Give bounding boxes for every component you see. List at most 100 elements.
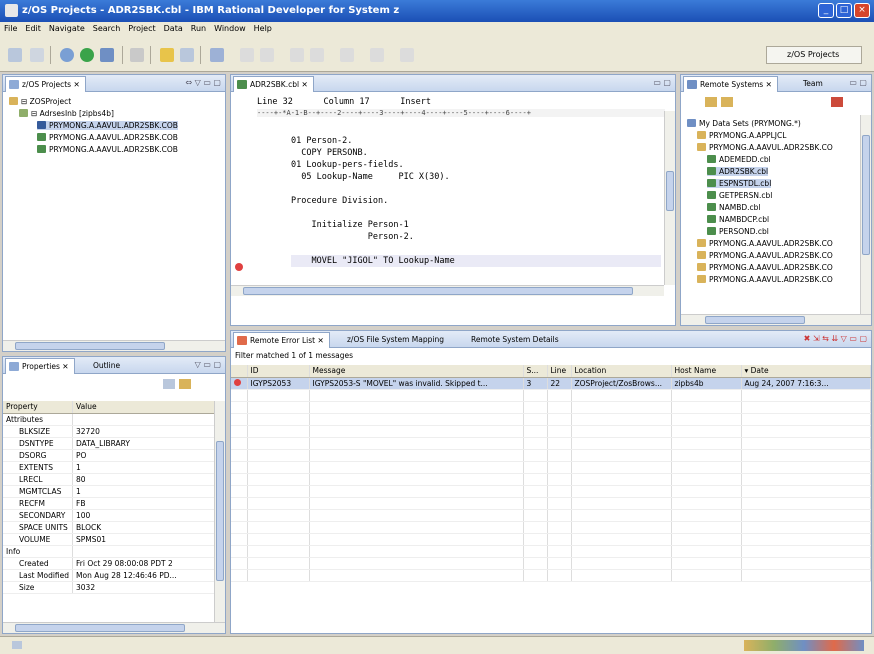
tab-team[interactable]: Team xyxy=(799,76,828,92)
property-row[interactable]: EXTENTS 1 xyxy=(3,461,215,474)
property-row[interactable]: RECFM FB xyxy=(3,497,215,510)
scroll-thumb[interactable] xyxy=(216,441,224,581)
status-tray-icons[interactable] xyxy=(744,640,864,651)
tab-remote-system-details[interactable]: Remote System Details xyxy=(467,332,564,348)
collapse-icon[interactable] xyxy=(831,97,843,107)
property-row[interactable]: DSNTYPE DATA_LIBRARY xyxy=(3,437,215,450)
tree-item-subproject[interactable]: ⊟ AdrsesInb [zipbs4b] xyxy=(19,109,114,118)
error-row[interactable]: IGYPS2053 IGYPS2053-S "MOVEL" was invalid… xyxy=(231,377,871,390)
tab-properties[interactable]: Properties ✕ xyxy=(5,358,75,374)
menu-navigate[interactable]: Navigate xyxy=(45,22,89,35)
column-header-line[interactable]: Line xyxy=(547,365,572,378)
tab-remote-error-list[interactable]: Remote Error List ✕ xyxy=(233,332,330,348)
tree-item[interactable]: PRYMONG.A.AAVUL.ADR2SBK.CO xyxy=(697,275,833,284)
scroll-thumb[interactable] xyxy=(666,171,674,211)
forward-icon[interactable] xyxy=(260,48,274,62)
nav-icon[interactable] xyxy=(370,48,384,62)
scroll-thumb[interactable] xyxy=(705,316,805,324)
property-row[interactable]: Size 3032 xyxy=(3,581,215,594)
build-icon[interactable] xyxy=(130,48,144,62)
prev-annotation-icon[interactable] xyxy=(290,48,304,62)
property-row[interactable]: LRECL 80 xyxy=(3,473,215,486)
menu-edit[interactable]: Edit xyxy=(21,22,45,35)
open-icon[interactable] xyxy=(180,48,194,62)
tree-item-file[interactable]: PRYMONG.A.AAVUL.ADR2SBK.COB xyxy=(37,133,178,142)
column-header-property[interactable]: Property xyxy=(3,401,74,414)
run-icon[interactable] xyxy=(80,48,94,62)
scroll-thumb[interactable] xyxy=(243,287,633,295)
tree-item[interactable]: PRYMONG.A.AAVUL.ADR2SBK.CO xyxy=(697,263,833,272)
advanced-icon[interactable] xyxy=(179,379,191,389)
column-header-host-name[interactable]: Host Name xyxy=(671,365,742,378)
tree-item[interactable]: PERSOND.cbl xyxy=(707,227,769,236)
categories-icon[interactable] xyxy=(163,379,175,389)
column-header-message[interactable]: Message xyxy=(309,365,524,378)
menu-file[interactable]: File xyxy=(0,22,21,35)
code-area[interactable]: 01 Person-2. COPY PERSONB. 01 Lookup-pers… xyxy=(291,123,661,291)
property-row[interactable]: Last Modified Mon Aug 28 12:46:46 PD... xyxy=(3,569,215,582)
view-controls[interactable]: ▽ ▭ ▢ xyxy=(195,360,221,369)
new-icon[interactable] xyxy=(8,48,22,62)
horizontal-scrollbar[interactable] xyxy=(231,285,664,296)
back-icon[interactable] xyxy=(240,48,254,62)
tab-zos-file-mapping[interactable]: z/OS File System Mapping xyxy=(343,332,449,348)
column-header-id[interactable]: ID xyxy=(247,365,310,378)
tree-item[interactable]: PRYMONG.A.AAVUL.ADR2SBK.CO xyxy=(697,251,833,260)
column-header-severity[interactable]: S... xyxy=(523,365,548,378)
menu-window[interactable]: Window xyxy=(210,22,250,35)
tab-zos-projects[interactable]: z/OS Projects ✕ xyxy=(5,76,86,92)
vertical-scrollbar[interactable] xyxy=(214,401,225,623)
tree-item-project[interactable]: ⊟ ZOSProject xyxy=(9,97,71,106)
tree-item[interactable]: GETPERSN.cbl xyxy=(707,191,772,200)
navigate-icon[interactable] xyxy=(210,48,224,62)
property-row[interactable]: BLKSIZE 32720 xyxy=(3,425,215,438)
menu-project[interactable]: Project xyxy=(124,22,159,35)
fast-view-icon[interactable] xyxy=(12,641,22,649)
menu-help[interactable]: Help xyxy=(250,22,276,35)
tree-item[interactable]: ESPNSTDL.cbl xyxy=(707,179,772,188)
wand-icon[interactable] xyxy=(160,48,174,62)
scroll-thumb[interactable] xyxy=(15,624,185,632)
tab-editor-file[interactable]: ADR2SBK.cbl ✕ xyxy=(233,76,314,92)
property-row[interactable]: DSORG PO xyxy=(3,449,215,462)
property-row[interactable]: Created Fri Oct 29 08:00:08 PDT 2 xyxy=(3,557,215,570)
close-button[interactable]: × xyxy=(854,3,870,18)
property-row[interactable]: MGMTCLAS 1 xyxy=(3,485,215,498)
tree-item[interactable]: My Data Sets (PRYMONG.*) xyxy=(687,119,801,128)
error-marker-icon[interactable] xyxy=(235,263,243,271)
tab-remote-systems[interactable]: Remote Systems ✕ xyxy=(683,76,778,92)
scroll-thumb[interactable] xyxy=(862,135,870,255)
tree-item-file[interactable]: PRYMONG.A.AAVUL.ADR2SBK.COB xyxy=(37,145,178,154)
maximize-button[interactable]: □ xyxy=(836,3,852,18)
tree-item[interactable]: PRYMONG.A.AAVUL.ADR2SBK.CO xyxy=(697,239,833,248)
debug-icon[interactable] xyxy=(60,48,74,62)
minimize-button[interactable]: _ xyxy=(818,3,834,18)
property-row[interactable]: SECONDARY 100 xyxy=(3,509,215,522)
filter-icon[interactable] xyxy=(705,97,717,107)
view-controls[interactable]: ▭ ▢ xyxy=(653,78,671,87)
nav-icon[interactable] xyxy=(400,48,414,62)
search-icon[interactable] xyxy=(100,48,114,62)
save-icon[interactable] xyxy=(30,48,44,62)
horizontal-scrollbar[interactable] xyxy=(3,622,225,633)
horizontal-scrollbar[interactable] xyxy=(681,314,871,325)
view-controls[interactable]: ▭ ▢ xyxy=(849,78,867,87)
property-row[interactable]: Attributes xyxy=(3,413,215,426)
view-controls[interactable]: ⇔ ▽ ▭ ▢ xyxy=(185,78,221,87)
column-header-location[interactable]: Location xyxy=(571,365,672,378)
horizontal-scrollbar[interactable] xyxy=(3,340,225,351)
error-view-controls[interactable]: ✖ ⇲ ⇆ ⇊ ▽ ▭ ▢ xyxy=(804,334,867,343)
tree-item[interactable]: NAMBD.cbl xyxy=(707,203,760,212)
property-row[interactable]: SPACE UNITS BLOCK xyxy=(3,521,215,534)
tree-item[interactable]: PRYMONG.A.AAVUL.ADR2SBK.CO xyxy=(697,143,833,152)
property-row[interactable]: Info xyxy=(3,545,215,558)
toggle-icon[interactable] xyxy=(340,48,354,62)
tree-item-file[interactable]: PRYMONG.A.AAVUL.ADR2SBK.COB xyxy=(37,121,178,130)
refresh-icon[interactable] xyxy=(721,97,733,107)
scroll-thumb[interactable] xyxy=(15,342,165,350)
vertical-scrollbar[interactable] xyxy=(664,111,675,285)
tree-item[interactable]: ADEMEDD.cbl xyxy=(707,155,771,164)
menu-run[interactable]: Run xyxy=(187,22,210,35)
tree-item[interactable]: PRYMONG.A.APPLJCL xyxy=(697,131,786,140)
menu-search[interactable]: Search xyxy=(89,22,124,35)
